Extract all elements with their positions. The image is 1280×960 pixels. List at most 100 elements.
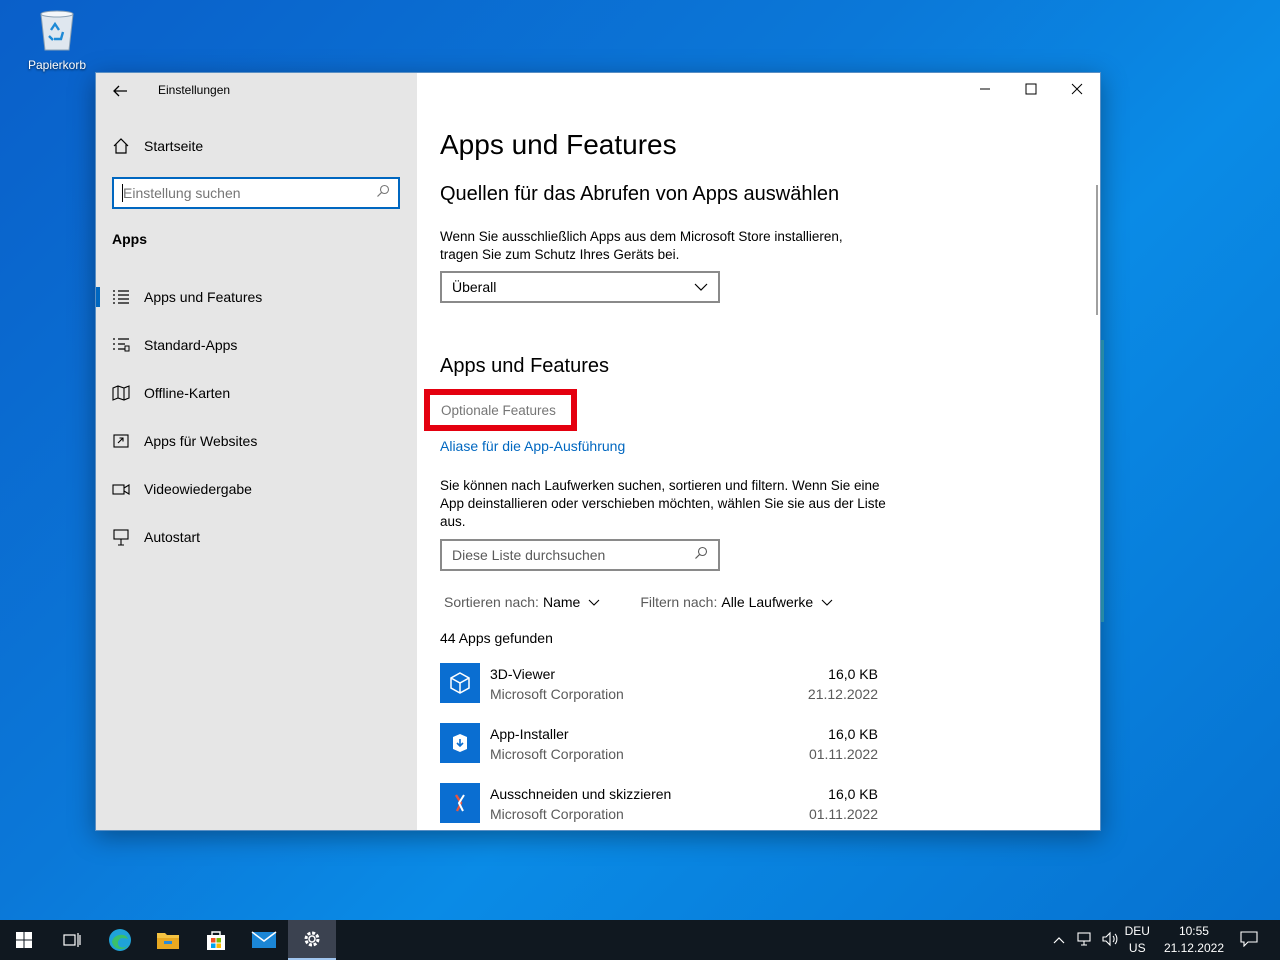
app-date: 01.11.2022	[808, 746, 878, 762]
minimize-icon	[980, 88, 990, 90]
app-name: App-Installer	[490, 726, 569, 742]
apps-features-heading: Apps und Features	[440, 355, 609, 377]
sources-description: Wenn Sie ausschließlich Apps aus dem Mic…	[440, 229, 843, 262]
sidebar-item-video-playback[interactable]: Videowiedergabe	[96, 465, 417, 513]
list-item[interactable]: Ausschneiden und skizzieren Microsoft Co…	[440, 783, 880, 830]
3d-viewer-icon	[440, 663, 480, 703]
app-list-search-input[interactable]	[452, 547, 694, 563]
sidebar-item-apps-features[interactable]: Apps und Features	[96, 273, 417, 321]
sort-value: Name	[542, 594, 581, 610]
list-item[interactable]: App-Installer Microsoft Corporation 16,0…	[440, 723, 880, 783]
scrollbar[interactable]	[1096, 185, 1098, 315]
clock[interactable]: 10:55 21.12.2022	[1164, 923, 1224, 957]
sidebar-section-title: Apps	[112, 231, 147, 247]
settings-window: Einstellungen Startseite Apps Apps und F…	[95, 72, 1101, 831]
app-size: 16,0 KB	[828, 726, 878, 742]
system-tray: DEU US 10:55 21.12.2022	[1053, 920, 1280, 960]
close-button[interactable]	[1054, 73, 1100, 105]
maximize-button[interactable]	[1008, 73, 1054, 105]
maximize-icon	[1025, 83, 1037, 95]
chevron-down-icon	[694, 283, 708, 291]
list-item[interactable]: 3D-Viewer Microsoft Corporation 16,0 KB …	[440, 663, 880, 723]
file-explorer-button[interactable]	[144, 920, 192, 960]
settings-search-input[interactable]	[123, 185, 376, 201]
optional-features-label: Optionale Features	[441, 402, 556, 418]
app-size: 16,0 KB	[828, 786, 878, 802]
settings-taskbar-button[interactable]	[288, 920, 336, 960]
list-icon	[112, 288, 130, 306]
app-list-search-box[interactable]	[440, 539, 720, 571]
settings-search-box[interactable]	[112, 177, 400, 209]
map-icon	[112, 384, 130, 402]
apps-count: 44 Apps gefunden	[440, 630, 553, 646]
filter-dropdown[interactable]: Filtern nach: Alle Laufwerke	[640, 594, 833, 610]
app-name: Ausschneiden und skizzieren	[490, 786, 672, 802]
video-icon	[112, 480, 130, 498]
sidebar-item-home[interactable]: Startseite	[112, 137, 203, 155]
settings-icon	[304, 931, 320, 947]
minimize-button[interactable]	[962, 73, 1008, 105]
sidebar-item-apps-websites[interactable]: Apps für Websites	[96, 417, 417, 465]
app-installer-icon	[440, 723, 480, 763]
keyboard-layout: US	[1128, 941, 1146, 955]
apps-search-description: Sie können nach Laufwerken suchen, sorti…	[440, 478, 886, 529]
store-button[interactable]	[192, 920, 240, 960]
sidebar-item-label: Apps und Features	[144, 289, 263, 305]
sort-filter-row: Sortieren nach: Name Filtern nach: Alle …	[444, 594, 833, 610]
back-button[interactable]	[110, 81, 130, 101]
recycle-bin-icon	[37, 8, 77, 52]
sidebar-item-default-apps[interactable]: Standard-Apps	[96, 321, 417, 369]
app-list: 3D-Viewer Microsoft Corporation 16,0 KB …	[440, 663, 880, 830]
network-icon[interactable]	[1077, 931, 1093, 950]
task-view-button[interactable]	[48, 920, 96, 960]
input-language[interactable]: DEU US	[1125, 923, 1150, 957]
sort-dropdown[interactable]: Sortieren nach: Name	[444, 594, 600, 610]
app-publisher: Microsoft Corporation	[490, 686, 624, 702]
app-publisher: Microsoft Corporation	[490, 806, 624, 822]
sidebar-nav: Apps und Features Standard-Apps Offline-…	[96, 273, 417, 561]
mail-button[interactable]	[240, 920, 288, 960]
start-icon	[16, 932, 32, 948]
close-icon	[1071, 83, 1083, 95]
filter-value: Alle Laufwerke	[721, 594, 814, 610]
search-icon	[694, 546, 708, 565]
sidebar-item-label: Apps für Websites	[144, 433, 258, 449]
recycle-bin-desktop-icon[interactable]: Papierkorb	[24, 8, 90, 72]
app-size: 16,0 KB	[828, 666, 878, 682]
app-name: 3D-Viewer	[490, 666, 556, 682]
volume-icon[interactable]	[1101, 931, 1119, 950]
snip-sketch-icon	[440, 783, 480, 823]
sources-heading: Quellen für das Abrufen von Apps auswähl…	[440, 183, 840, 205]
clock-time: 10:55	[1178, 924, 1209, 938]
taskbar: DEU US 10:55 21.12.2022	[0, 920, 1280, 960]
home-icon	[112, 137, 130, 155]
filter-label: Filtern nach:	[640, 594, 718, 610]
app-source-dropdown[interactable]: Überall	[440, 271, 720, 303]
optional-features-link[interactable]: Optionale Features	[424, 389, 577, 431]
sidebar-item-offline-maps[interactable]: Offline-Karten	[96, 369, 417, 417]
file-explorer-icon	[157, 933, 179, 949]
sidebar-home-label: Startseite	[144, 138, 204, 154]
chevron-down-icon	[588, 599, 600, 606]
edge-button[interactable]	[96, 920, 144, 960]
main-content: Apps und Features Quellen für das Abrufe…	[417, 73, 1100, 830]
app-source-dropdown-value: Überall	[452, 279, 497, 295]
sort-label: Sortieren nach:	[444, 594, 539, 610]
app-publisher: Microsoft Corporation	[490, 746, 624, 762]
language-code: DEU	[1124, 924, 1150, 938]
store-icon	[207, 931, 225, 950]
chevron-up-icon[interactable]	[1053, 933, 1065, 947]
edge-icon	[109, 929, 131, 951]
window-title: Einstellungen	[158, 83, 231, 97]
sidebar-item-startup[interactable]: Autostart	[96, 513, 417, 561]
sidebar-item-label: Standard-Apps	[144, 337, 238, 353]
sidebar-item-label: Videowiedergabe	[144, 481, 252, 497]
app-date: 01.11.2022	[808, 806, 878, 822]
notification-icon[interactable]	[1240, 930, 1258, 950]
recycle-bin-label: Papierkorb	[27, 58, 87, 72]
app-date: 21.12.2022	[807, 686, 878, 702]
task-view-icon	[63, 933, 81, 947]
sidebar-item-label: Offline-Karten	[144, 385, 231, 401]
app-execution-alias-link[interactable]: Aliase für die App-Ausführung	[440, 438, 625, 454]
start-button[interactable]	[0, 920, 48, 960]
